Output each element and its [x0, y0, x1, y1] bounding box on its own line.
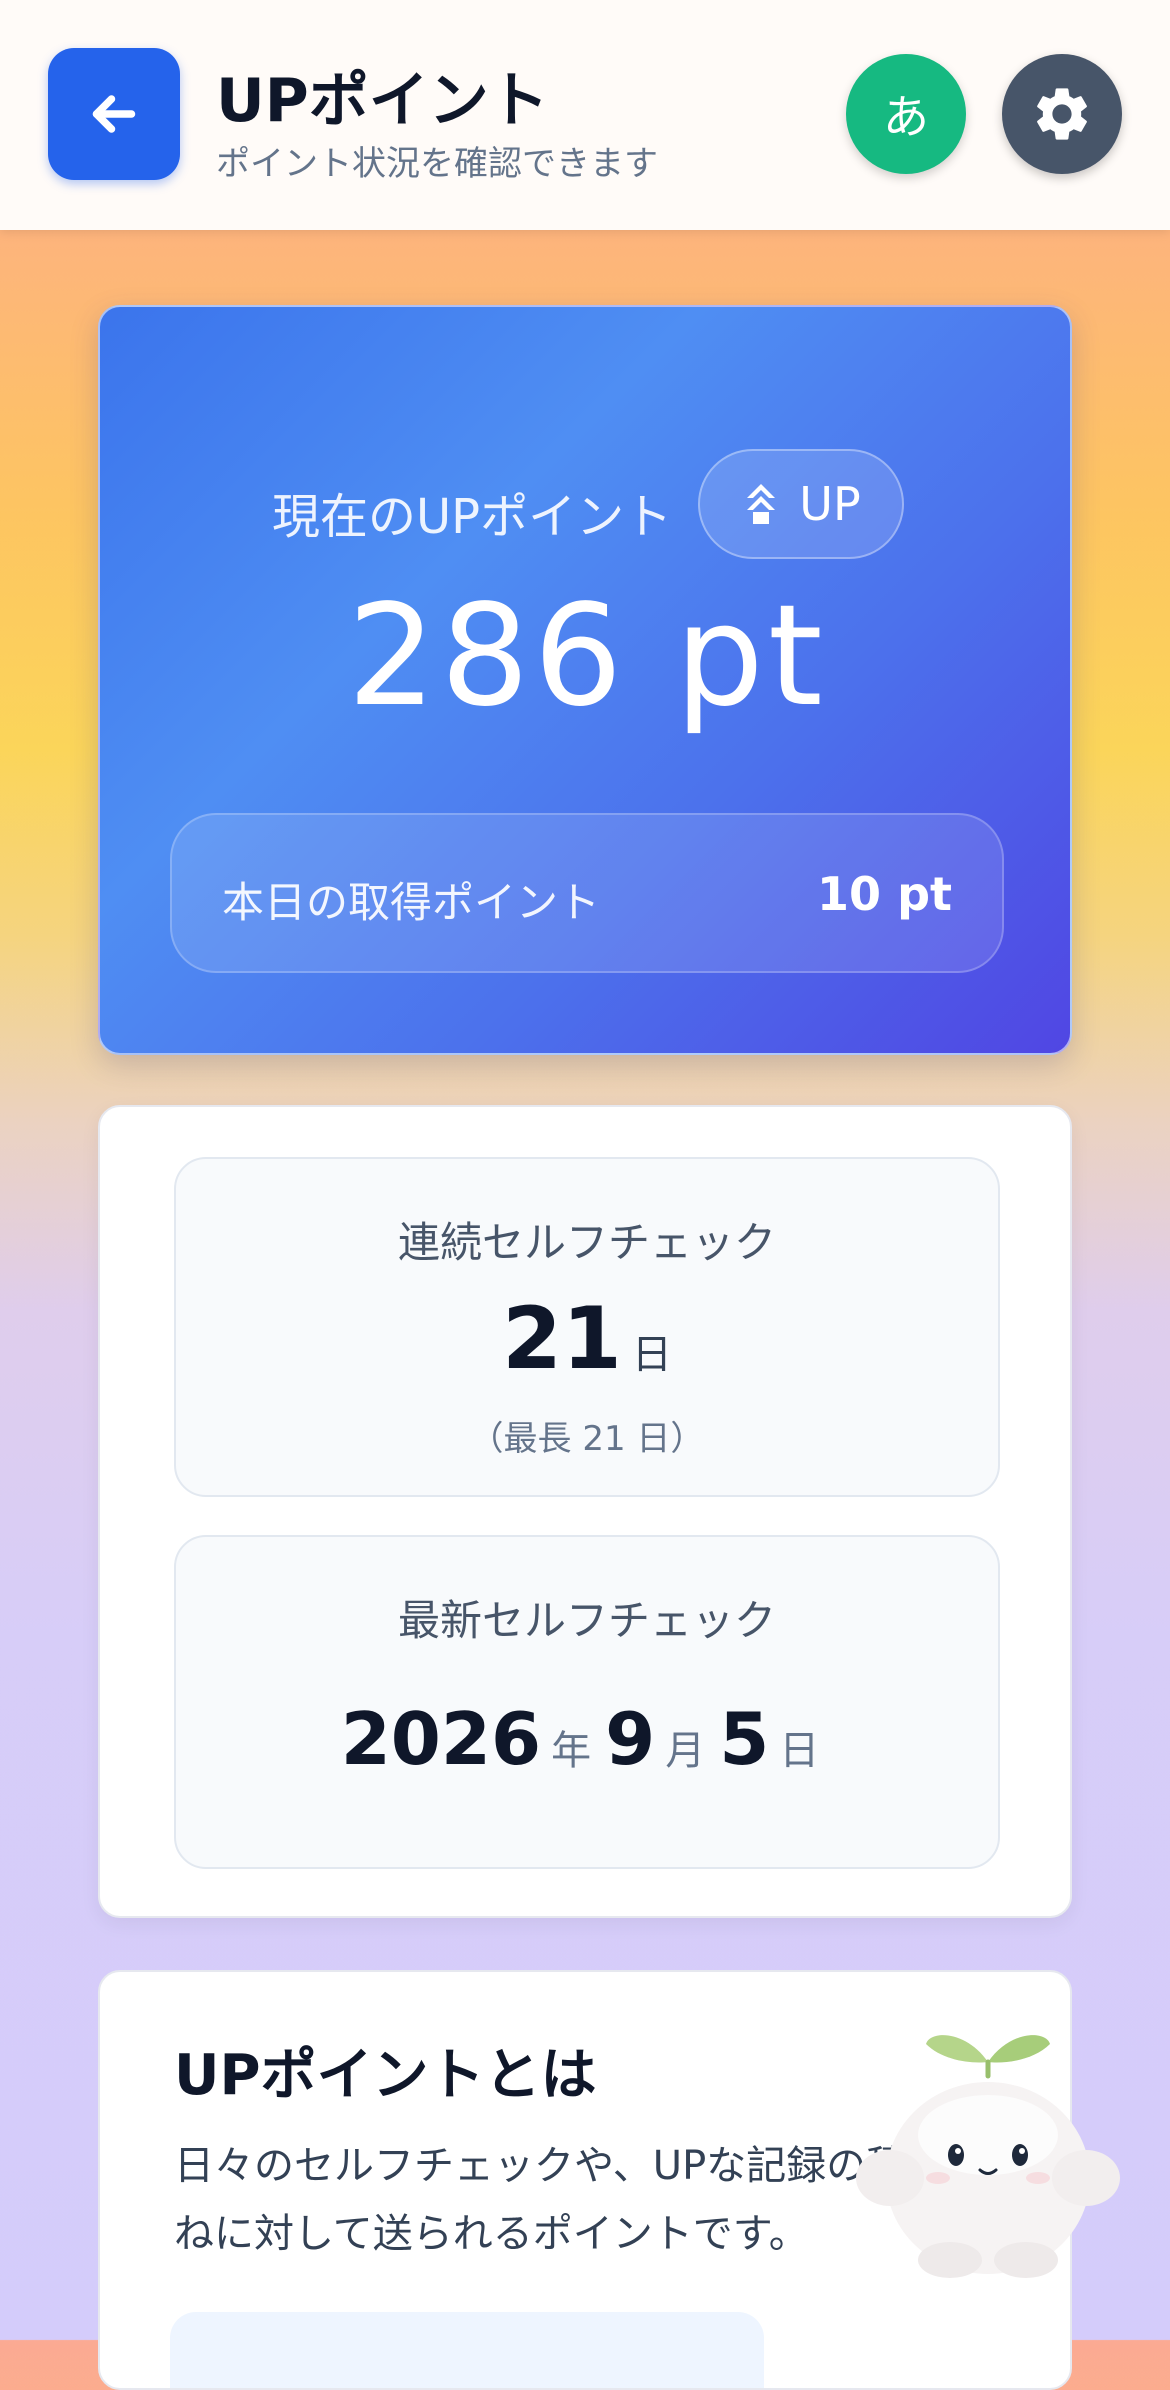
mascot-icon	[856, 2035, 1120, 2278]
about-info-box	[170, 2312, 764, 2388]
latest-year: 2026	[340, 1697, 542, 1781]
streak-title: 連続セルフチェック	[397, 1218, 776, 1267]
up-badge: UP	[698, 449, 904, 559]
up-badge-label: UP	[799, 477, 861, 531]
points-total: 286 pt	[347, 575, 827, 738]
streak-box: 連続セルフチェック 21 日 （最長 21 日）	[174, 1157, 1000, 1497]
about-title: UPポイントとは	[174, 2043, 597, 2108]
page-subtitle: ポイント状況を確認できます	[216, 144, 658, 184]
latest-month-unit: 月	[665, 1728, 706, 1774]
points-label: 現在のUPポイント	[272, 489, 673, 545]
back-button[interactable]	[48, 48, 180, 180]
streak-value-row: 21 日	[176, 1289, 998, 1389]
latest-day: 5	[719, 1697, 770, 1781]
today-points-value: 10 pt	[817, 867, 952, 921]
chevrons-up-icon	[747, 484, 776, 524]
streak-best: （最長 21 日）	[469, 1419, 705, 1459]
today-points-box: 本日の取得ポイント 10 pt	[170, 813, 1004, 973]
streak-unit: 日	[631, 1332, 672, 1378]
latest-month: 9	[605, 1697, 656, 1781]
arrow-left-icon	[92, 95, 136, 133]
app-header: UPポイント ポイント状況を確認できます あ	[0, 0, 1170, 230]
language-button[interactable]: あ	[846, 54, 966, 174]
latest-title: 最新セルフチェック	[397, 1596, 776, 1645]
latest-day-unit: 日	[779, 1728, 820, 1774]
today-points-label: 本日の取得ポイント	[222, 878, 601, 927]
streak-days: 21	[502, 1289, 622, 1389]
points-card: 現在のUPポイント UP 286 pt 本日の取得ポイント 10 pt	[98, 305, 1072, 1055]
latest-year-unit: 年	[551, 1728, 592, 1774]
latest-check-box: 最新セルフチェック 2026 年 9 月 5 日	[174, 1535, 1000, 1869]
self-check-stats-card: 連続セルフチェック 21 日 （最長 21 日） 最新セルフチェック 2026 年 9…	[98, 1105, 1072, 1918]
settings-button[interactable]	[1002, 54, 1122, 174]
latest-date: 2026 年 9 月 5 日	[176, 1697, 998, 1781]
page-title: UPポイント	[216, 66, 549, 136]
gear-icon	[1037, 88, 1087, 140]
